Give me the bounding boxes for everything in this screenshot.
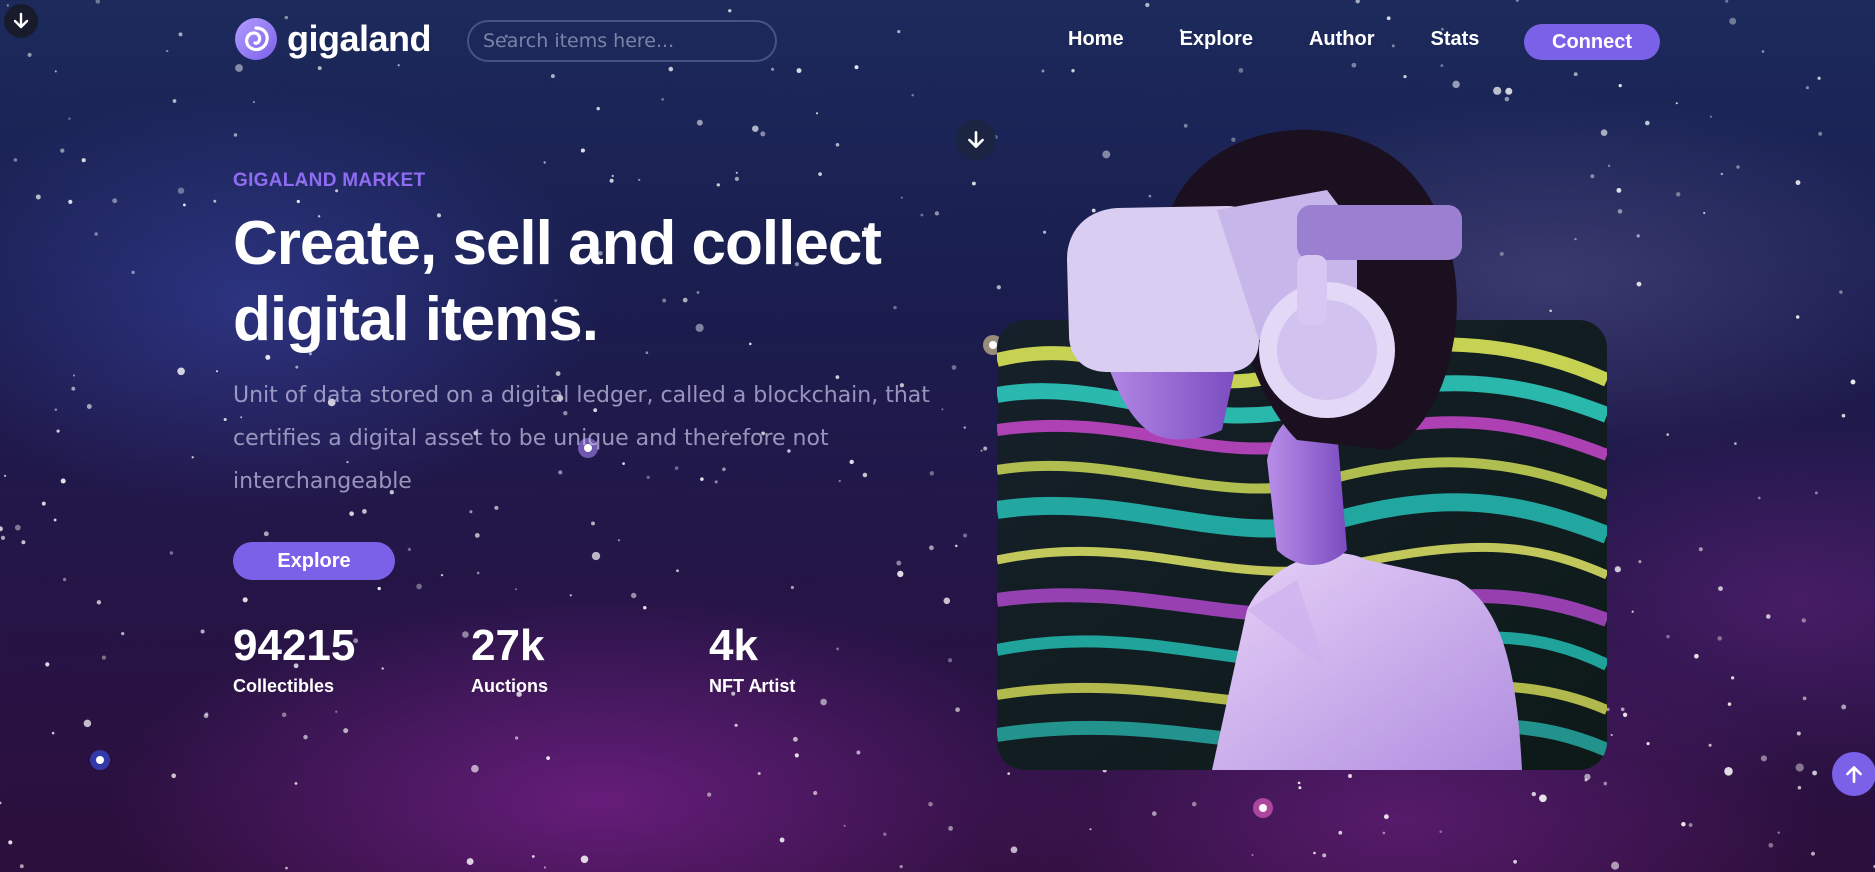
stat-value: 4k bbox=[709, 621, 758, 670]
site-header: gigaland Home Explore Author Stats Conne… bbox=[0, 0, 1875, 84]
stat-auctions: 27k Auctions bbox=[471, 620, 691, 697]
hero-artwork bbox=[997, 110, 1609, 770]
arrow-down-icon bbox=[968, 130, 984, 148]
scroll-to-top-button[interactable] bbox=[1832, 752, 1875, 796]
scroll-down-mid-button[interactable] bbox=[956, 120, 996, 160]
hero-description: Unit of data stored on a digital ledger,… bbox=[233, 383, 930, 494]
brand-logo[interactable]: gigaland bbox=[233, 16, 432, 62]
search-input[interactable] bbox=[467, 20, 777, 62]
stat-collectibles: 94215 Collectibles bbox=[233, 620, 453, 697]
vr-person-illustration bbox=[997, 129, 1607, 770]
hero-eyebrow: GIGALAND MARKET bbox=[233, 170, 426, 191]
stat-nft-artist: 4k NFT Artist bbox=[709, 620, 929, 697]
swirl-logo-icon bbox=[235, 18, 277, 60]
brand-name: gigaland bbox=[287, 18, 432, 59]
stat-label: Auctions bbox=[471, 676, 549, 696]
stat-label: NFT Artist bbox=[709, 676, 796, 696]
nav-home[interactable]: Home bbox=[1068, 28, 1124, 51]
stat-label: Collectibles bbox=[233, 676, 335, 696]
arrow-up-icon bbox=[1846, 766, 1862, 784]
stat-value: 94215 bbox=[233, 621, 356, 670]
hero-section: GIGALAND MARKET Create, sell and collect… bbox=[233, 170, 993, 503]
nav-stats[interactable]: Stats bbox=[1430, 28, 1479, 51]
nav-author[interactable]: Author bbox=[1309, 28, 1375, 51]
explore-button[interactable]: Explore bbox=[233, 542, 395, 580]
main-nav: Home Explore Author Stats bbox=[1068, 28, 1479, 51]
hero-title: Create, sell and collect digital items. bbox=[233, 209, 882, 354]
nav-explore[interactable]: Explore bbox=[1180, 28, 1253, 51]
connect-button[interactable]: Connect bbox=[1524, 24, 1660, 60]
stat-value: 27k bbox=[471, 621, 545, 670]
